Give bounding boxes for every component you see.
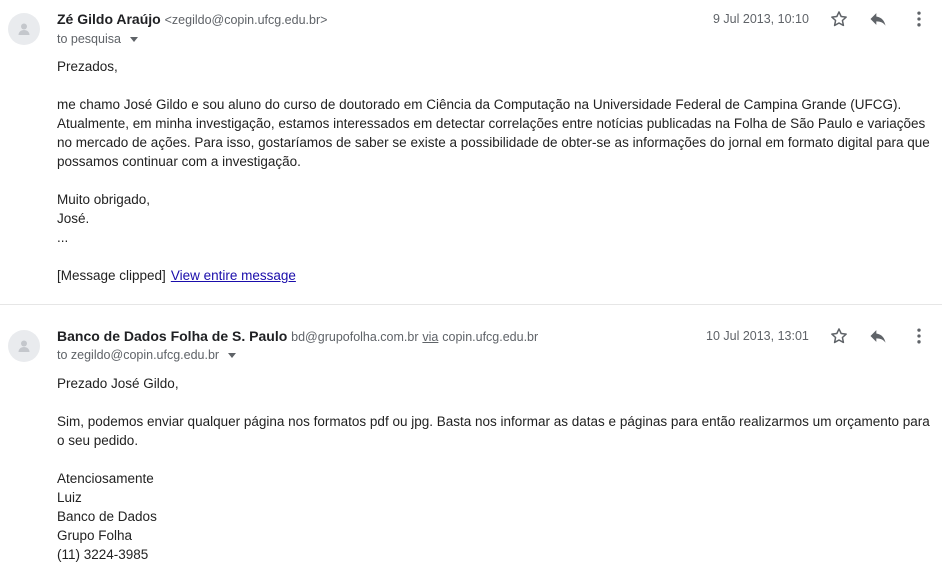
closing: Muito obrigado, (57, 192, 151, 207)
greeting: Prezados, (57, 59, 118, 74)
sender-avatar (8, 330, 40, 362)
star-button[interactable] (827, 7, 851, 31)
via-label[interactable]: via (422, 330, 438, 344)
sender-avatar (8, 13, 40, 45)
signature-line: Luiz (57, 490, 82, 505)
reply-button[interactable] (866, 324, 890, 348)
recipient-line: to zegildo@copin.ufcg.edu.br (57, 348, 237, 362)
sender-name[interactable]: Zé Gildo Araújo (57, 11, 161, 27)
message-date: 10 Jul 2013, 13:01 (706, 329, 809, 343)
closing: Atenciosamente (57, 471, 154, 486)
person-icon (18, 340, 30, 352)
ellipsis: ... (57, 230, 69, 245)
clipped-notice: [Message clipped] View entire message (57, 266, 937, 285)
person-icon (18, 23, 30, 35)
view-entire-message-link[interactable]: View entire message (171, 268, 296, 283)
body-paragraph: Sim, podemos enviar qualquer página nos … (57, 414, 930, 448)
reply-icon (870, 13, 886, 26)
signature-line: Grupo Folha (57, 528, 133, 543)
message-body: Prezado José Gildo, Sim, podemos enviar … (57, 374, 937, 564)
more-options-button[interactable] (907, 7, 931, 31)
more-vert-icon (917, 328, 921, 344)
body-paragraph: me chamo José Gildo e sou aluno do curso… (57, 97, 930, 169)
reply-button[interactable] (866, 7, 890, 31)
recipient-text: to zegildo@copin.ufcg.edu.br (57, 348, 220, 362)
sender-line: Zé Gildo Araújo <zegildo@copin.ufcg.edu.… (57, 11, 327, 27)
star-button[interactable] (827, 324, 851, 348)
caret-down-icon[interactable] (228, 352, 237, 358)
message-divider (0, 304, 942, 305)
sender-name[interactable]: Banco de Dados Folha de S. Paulo (57, 328, 287, 344)
more-options-button[interactable] (907, 324, 931, 348)
message-body: Prezados, me chamo José Gildo e sou alun… (57, 57, 937, 285)
sender-line: Banco de Dados Folha de S. Paulo bd@grup… (57, 328, 538, 344)
clipped-text: [Message clipped] (57, 268, 166, 283)
recipient-line: to pesquisa (57, 32, 138, 46)
reply-icon (870, 330, 886, 343)
signature-line: (11) 3224-3985 (57, 547, 149, 562)
more-vert-icon (917, 11, 921, 27)
greeting: Prezado José Gildo, (57, 376, 179, 391)
via-domain: copin.ufcg.edu.br (442, 330, 539, 344)
signature-line: Banco de Dados (57, 509, 157, 524)
caret-down-icon[interactable] (129, 36, 138, 42)
message-date: 9 Jul 2013, 10:10 (713, 12, 809, 26)
sender-email: bd@grupofolha.com.br (291, 330, 419, 344)
sender-email: <zegildo@copin.ufcg.edu.br> (164, 13, 328, 27)
star-icon (831, 11, 847, 27)
star-icon (831, 328, 847, 344)
recipient-text: to pesquisa (57, 32, 121, 46)
signature: José. (57, 211, 90, 226)
